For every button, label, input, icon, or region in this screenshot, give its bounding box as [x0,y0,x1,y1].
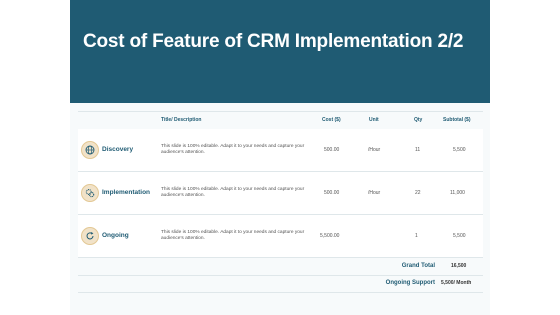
table-row: Implementation This slide is 100% editab… [78,172,483,215]
refresh-icon [81,227,99,245]
ongoing-support-value: 5,500/ Month [441,280,472,286]
cost-value: 500.00 [324,147,340,153]
header-qty: Qty [414,117,423,123]
ongoing-support-row: Ongoing Support 5,500/ Month [78,275,483,293]
title-banner: Cost of Feature of CRM Implementation 2/… [70,0,490,103]
cost-value: 5,500.00 [320,233,340,239]
header-title-description: Title/ Description [161,117,202,123]
globe-icon [81,141,99,159]
grand-total-value: 16,500 [451,263,467,269]
unit-value: /Hour [368,190,381,196]
feature-name: Ongoing [102,232,129,239]
slide: Cost of Feature of CRM Implementation 2/… [70,0,490,315]
subtotal-value: 11,000 [450,190,465,196]
unit-value: /Hour [368,147,381,153]
header-unit: Unit [369,117,379,123]
qty-value: 11 [415,147,421,153]
feature-description: This slide is 100% editable. Adapt it to… [161,230,305,241]
feature-description: This slide is 100% editable. Adapt it to… [161,187,305,198]
feature-cell: Implementation [78,172,156,214]
table-row: Ongoing This slide is 100% editable. Ada… [78,215,483,258]
qty-value: 22 [415,190,421,196]
feature-description: This slide is 100% editable. Adapt it to… [161,144,305,155]
feature-cell: Discovery [78,129,156,171]
ongoing-support-label: Ongoing Support [385,280,435,286]
qty-value: 1 [415,233,418,239]
feature-name: Implementation [102,189,151,196]
subtotal-value: 5,500 [453,147,466,153]
slide-title: Cost of Feature of CRM Implementation 2/… [83,31,464,52]
subtotal-value: 5,500 [453,233,466,239]
feature-cell: Ongoing [78,215,156,257]
gears-icon [81,184,99,202]
table-row: Discovery This slide is 100% editable. A… [78,129,483,172]
header-subtotal: Subtotal ($) [443,117,471,123]
feature-name: Discovery [102,146,134,153]
grand-total-label: Grand Total [401,263,435,269]
cost-value: 500.00 [324,190,340,196]
header-cost: Cost ($) [322,117,341,123]
table-header-row: Title/ Description Cost ($) Unit Qty Sub… [78,111,483,130]
grand-total-row: Grand Total 16,500 [78,258,483,276]
